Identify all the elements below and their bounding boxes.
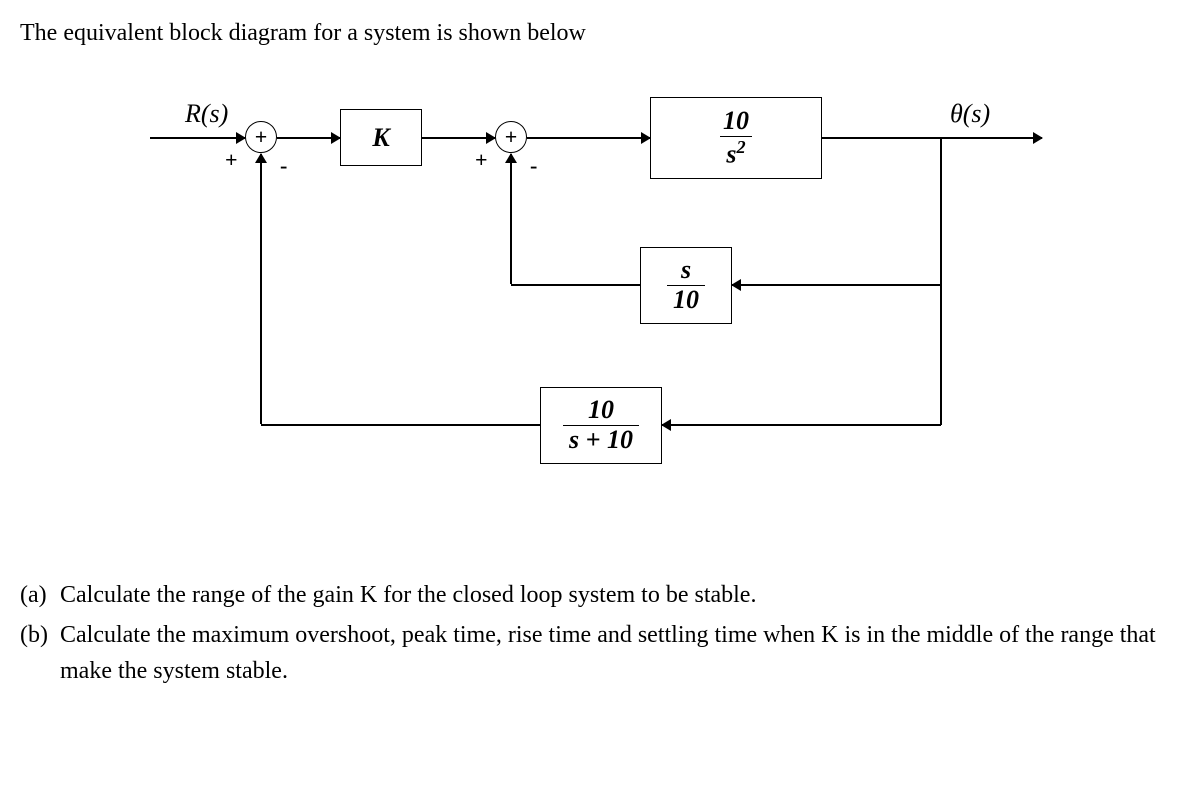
outer-fb-numerator: 10	[582, 396, 620, 425]
plant-block: 10 s2	[650, 97, 822, 179]
wire	[732, 284, 941, 286]
wire	[261, 424, 540, 426]
wire	[150, 137, 245, 139]
inner-fb-denominator: 10	[667, 285, 705, 315]
question-b-text: Calculate the maximum overshoot, peak ti…	[60, 617, 1180, 689]
question-b-label: (b)	[20, 617, 60, 689]
wire	[822, 137, 1042, 139]
inner-fb-numerator: s	[675, 256, 697, 285]
wire	[260, 154, 262, 424]
outer-feedback-block: 10 s + 10	[540, 387, 662, 464]
sum2-minus: -	[530, 153, 537, 179]
plant-denominator: s2	[720, 136, 751, 169]
inner-feedback-block: s 10	[640, 247, 732, 324]
gain-block-k: K	[340, 109, 422, 166]
wire	[511, 284, 640, 286]
outer-fb-denominator: s + 10	[563, 425, 639, 455]
wire	[277, 137, 340, 139]
sum2-plus: +	[475, 147, 488, 173]
questions: (a) Calculate the range of the gain K fo…	[20, 577, 1180, 689]
summing-junction-2: +	[495, 121, 527, 153]
block-diagram: R(s) θ(s) + + - K + + - 10 s2 s 10	[140, 97, 1140, 527]
output-label: θ(s)	[950, 99, 990, 129]
wire	[940, 137, 942, 285]
summing-junction-1: +	[245, 121, 277, 153]
plant-numerator: 10	[717, 107, 755, 136]
wire	[510, 154, 512, 284]
wire	[422, 137, 495, 139]
wire	[527, 137, 650, 139]
question-a-text: Calculate the range of the gain K for th…	[60, 577, 1180, 613]
input-label: R(s)	[185, 99, 228, 129]
sum1-plus: +	[225, 147, 238, 173]
problem-title: The equivalent block diagram for a syste…	[20, 20, 1180, 47]
wire	[940, 285, 942, 425]
sum1-minus: -	[280, 153, 287, 179]
question-a-label: (a)	[20, 577, 60, 613]
wire	[662, 424, 941, 426]
